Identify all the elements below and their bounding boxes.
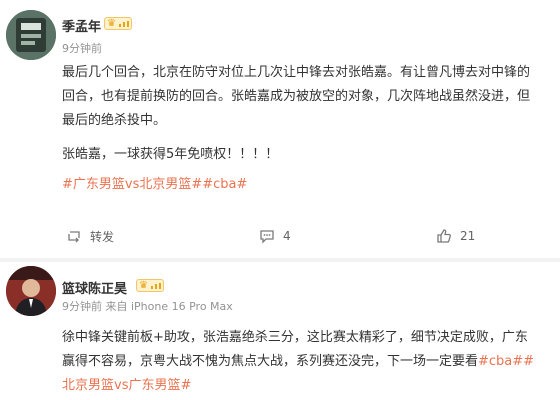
hashtag-link[interactable]: #广东男篮vs北京男篮##cba# [62,177,247,192]
comment-button[interactable]: 4 [259,222,291,250]
content-line: 赢得不容易，京粤大战不愧为焦点大战，系列赛还没完，下一场一定要看 [62,354,479,369]
crown-icon: ♛ [107,18,116,29]
comment-count: 4 [283,229,291,243]
repost-button[interactable]: 转发 [66,222,114,250]
hashtag-link[interactable]: 北京男篮vs广东男篮# [62,378,191,393]
username[interactable]: 季孟年 [62,16,101,35]
level-bars-icon [119,21,129,27]
content-line: 回合，也有提前换防的回合。张皓嘉成为被放空的对象，几次阵地战虽然没进，但 [62,89,531,104]
content-line: 最后几个回合，北京在防守对位上几次让中锋去对张皓嘉。有让曾凡博去对中锋的 [62,65,531,80]
post-content: 徐中锋关键前板+助攻，张浩嘉绝杀三分，这比赛太精彩了，细节决定成败，广东 赢得不… [62,326,552,398]
post-meta: 9分钟前 来自 iPhone 16 Pro Max [62,300,233,313]
content-line: 张皓嘉，一球获得5年免喷权！！！！ [62,147,279,162]
hashtag-link[interactable]: #cba## [478,354,534,369]
username[interactable]: 篮球陈正昊 [62,278,127,297]
content-line: 最后的绝杀投中。 [62,113,167,128]
action-bar: 转发 4 21 [0,222,560,250]
level-bars-icon [151,283,161,289]
comment-icon [260,230,274,244]
member-badge[interactable]: ♛ [104,17,132,30]
repost-icon [68,231,80,243]
content-line: 徐中锋关键前板+助攻，张浩嘉绝杀三分，这比赛太精彩了，细节决定成败，广东 [62,330,528,345]
avatar[interactable] [6,266,56,316]
weibo-post: 篮球陈正昊 ♛ 9分钟前 来自 iPhone 16 Pro Max 徐中锋关键前… [0,262,560,400]
crown-icon: ♛ [139,280,148,291]
avatar[interactable] [6,10,56,60]
member-badge[interactable]: ♛ [136,279,164,292]
like-icon [437,229,451,243]
like-count: 21 [460,229,476,243]
post-content: 最后几个回合，北京在防守对位上几次让中锋去对张皓嘉。有让曾凡博去对中锋的 回合，… [62,61,552,197]
post-time: 9分钟前 [62,42,102,55]
weibo-post: 季孟年 ♛ 9分钟前 最后几个回合，北京在防守对位上几次让中锋去对张皓嘉。有让曾… [0,0,560,258]
like-button[interactable]: 21 [436,222,475,250]
repost-label: 转发 [90,229,115,244]
